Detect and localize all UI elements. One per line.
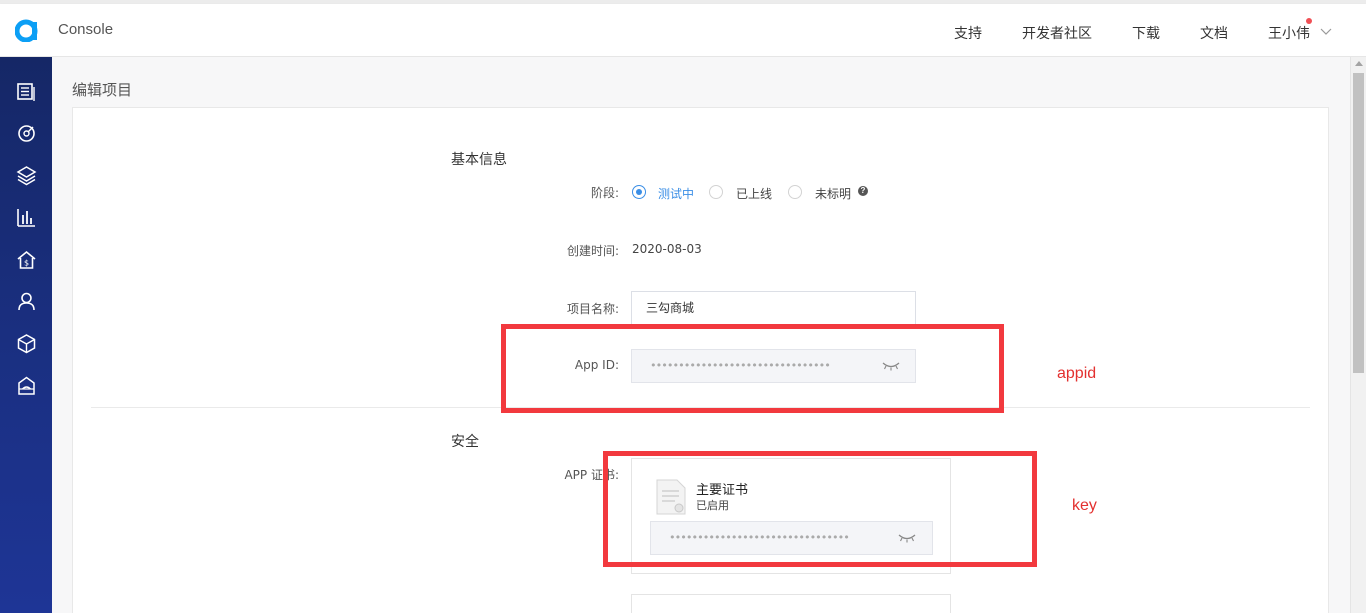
project-name-input[interactable]: 三勾商城 xyxy=(631,291,916,325)
stage-option-unspecified[interactable]: 未标明 xyxy=(815,185,851,202)
key-annotation: key xyxy=(1072,497,1097,514)
scroll-up-arrow-icon[interactable] xyxy=(1355,61,1363,66)
nav-download[interactable]: 下载 xyxy=(1132,23,1160,43)
created-time-value: 2020-08-03 xyxy=(632,242,702,256)
help-icon[interactable]: ? xyxy=(858,186,868,196)
key-highlight-box xyxy=(603,451,1037,567)
project-name-label: 项目名称: xyxy=(566,302,619,316)
secondary-cert-card xyxy=(631,594,951,613)
target-icon[interactable] xyxy=(16,123,37,144)
scroll-thumb[interactable] xyxy=(1353,73,1364,373)
top-header: Console 支持 开发者社区 下载 文档 王小伟 xyxy=(0,4,1366,57)
appid-highlight-box xyxy=(501,324,1004,413)
cert-label: APP 证书: xyxy=(564,468,619,482)
box-icon[interactable] xyxy=(16,375,37,396)
chevron-down-icon[interactable] xyxy=(1320,28,1332,36)
stage-option-testing[interactable]: 测试中 xyxy=(658,185,694,202)
stage-option-live[interactable]: 已上线 xyxy=(736,185,772,202)
svg-text:$: $ xyxy=(24,259,29,268)
brand-title: Console xyxy=(58,21,114,38)
user-icon[interactable] xyxy=(16,291,37,312)
stage-radio-live[interactable] xyxy=(709,185,723,199)
page-title: 编辑项目 xyxy=(72,81,133,99)
cube-icon[interactable] xyxy=(16,333,37,354)
sidebar: $ xyxy=(0,57,52,613)
nav-docs[interactable]: 文档 xyxy=(1200,23,1228,43)
vertical-scrollbar[interactable] xyxy=(1350,57,1366,613)
notification-dot xyxy=(1306,18,1312,24)
home-dollar-icon[interactable]: $ xyxy=(16,249,37,270)
stage-radio-unspecified[interactable] xyxy=(788,185,802,199)
agora-logo-icon[interactable] xyxy=(15,18,39,42)
stage-label: 阶段: xyxy=(590,186,619,200)
section-basic-info: 基本信息 xyxy=(451,152,507,168)
created-time-label: 创建时间: xyxy=(566,244,619,258)
nav-dev-community[interactable]: 开发者社区 xyxy=(1022,23,1092,43)
nav-support[interactable]: 支持 xyxy=(954,23,982,43)
layers-icon[interactable] xyxy=(16,165,37,186)
user-name[interactable]: 王小伟 xyxy=(1268,23,1310,43)
document-list-icon[interactable] xyxy=(16,81,37,102)
stage-radio-testing[interactable] xyxy=(632,185,646,199)
bar-chart-icon[interactable] xyxy=(16,207,37,228)
section-security: 安全 xyxy=(451,434,479,450)
appid-annotation: appid xyxy=(1057,365,1097,382)
